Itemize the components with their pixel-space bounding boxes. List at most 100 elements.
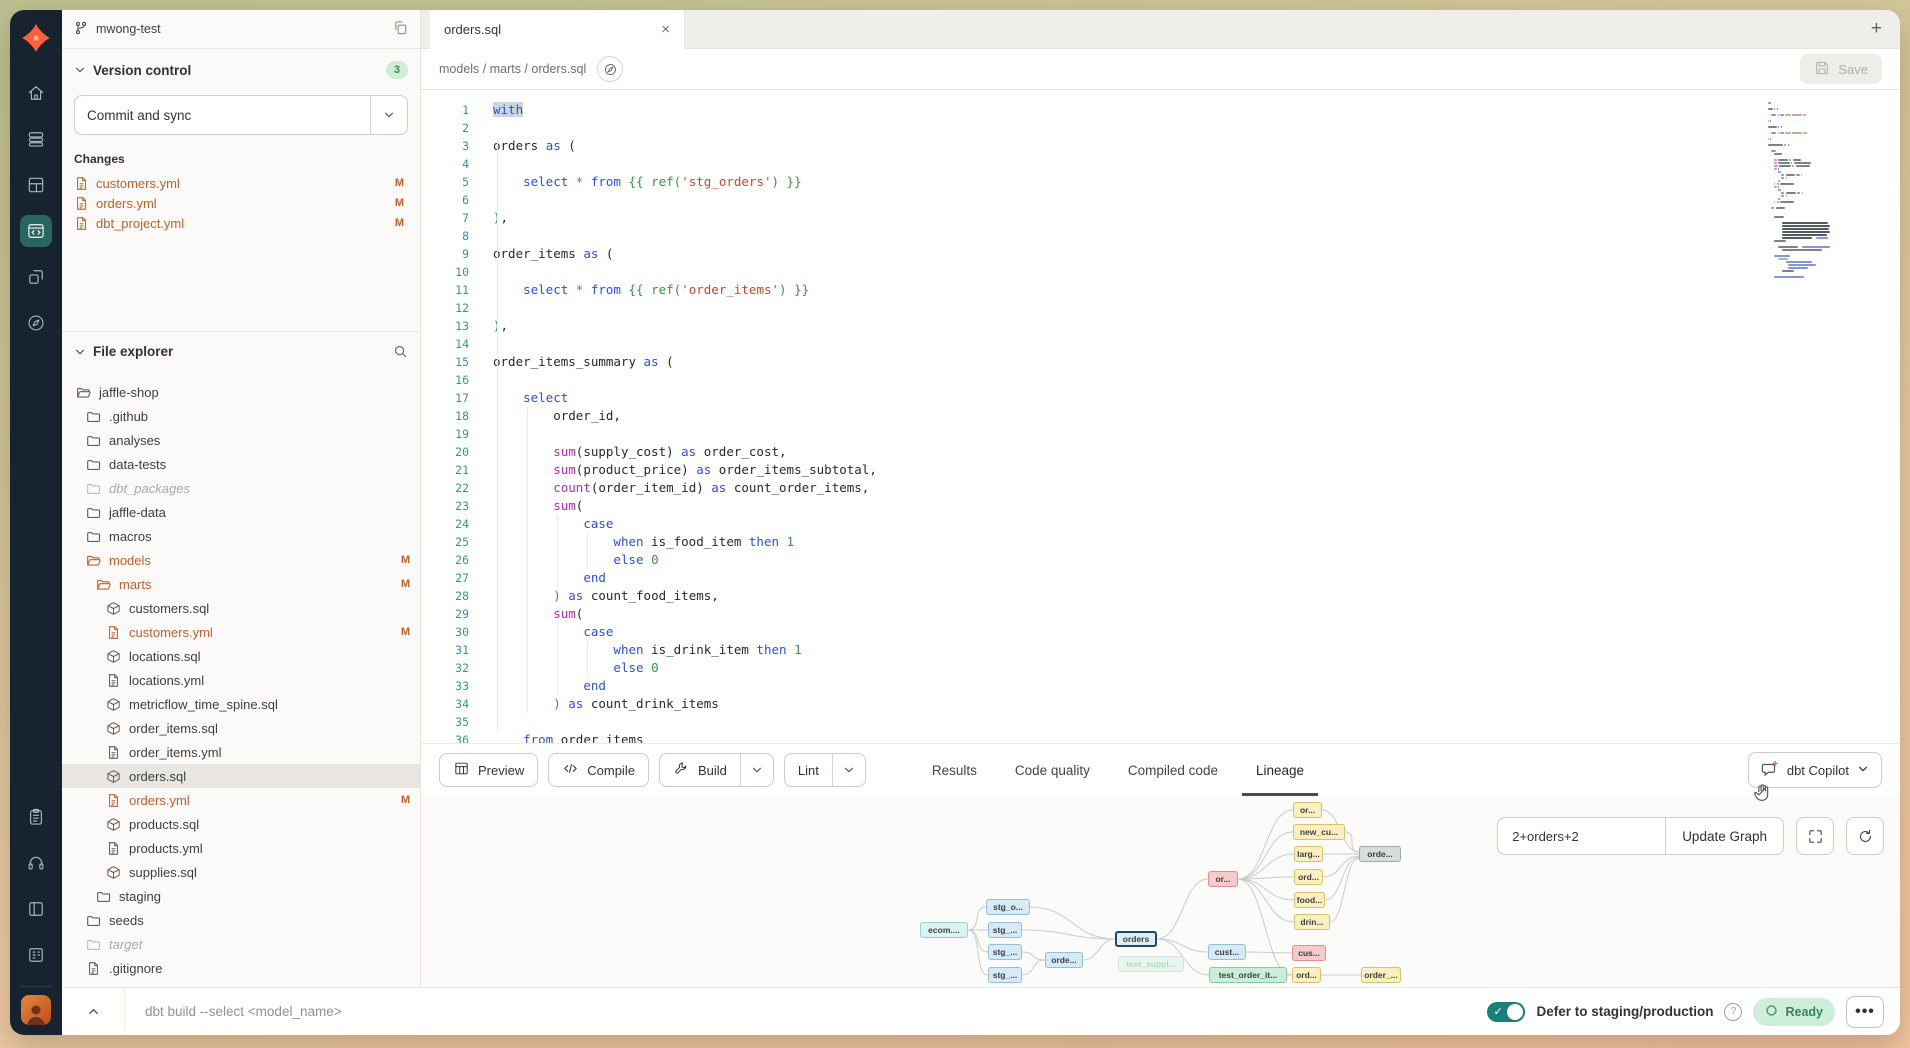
code-line[interactable]: 6: [421, 191, 1900, 209]
tree-item--github[interactable]: .github: [62, 404, 420, 428]
lineage-node-newcu[interactable]: new_cu...: [1293, 824, 1345, 840]
code-line[interactable]: 16: [421, 371, 1900, 389]
help-icon[interactable]: ?: [1724, 1003, 1742, 1021]
code-line[interactable]: 7),: [421, 209, 1900, 227]
tree-item-macros[interactable]: macros: [62, 524, 420, 548]
lineage-node-stg[interactable]: stg_...: [988, 944, 1022, 960]
refresh-icon[interactable]: [1846, 817, 1884, 855]
update-graph-button[interactable]: Update Graph: [1665, 817, 1784, 855]
tab-code-quality[interactable]: Code quality: [1015, 744, 1090, 796]
lineage-node-testorderit[interactable]: test_order_it...: [1209, 967, 1287, 983]
tree-item-supplies-sql[interactable]: supplies.sql: [62, 860, 420, 884]
code-editor[interactable]: 1with23orders as (45 select * from {{ re…: [421, 90, 1900, 743]
version-control-header[interactable]: Version control 3: [74, 61, 408, 79]
code-line[interactable]: 23 sum(: [421, 497, 1900, 515]
code-line[interactable]: 5 select * from {{ ref('stg_orders') }}: [421, 173, 1900, 191]
tree-item-models[interactable]: modelsM: [62, 548, 420, 572]
code-line[interactable]: 19: [421, 425, 1900, 443]
tree-item-locations-yml[interactable]: locations.yml: [62, 668, 420, 692]
lineage-node-cust[interactable]: cust...: [1208, 944, 1246, 960]
tree-item-customers-yml[interactable]: customers.ymlM: [62, 620, 420, 644]
code-line[interactable]: 10: [421, 263, 1900, 281]
lineage-node-stg[interactable]: stg_...: [988, 967, 1022, 983]
tree-item-staging[interactable]: staging: [62, 884, 420, 908]
tree-item-jaffle-data[interactable]: jaffle-data: [62, 500, 420, 524]
code-line[interactable]: 35: [421, 713, 1900, 731]
nav-catalog-icon[interactable]: [20, 893, 52, 925]
overflow-menu-button[interactable]: •••: [1846, 996, 1884, 1028]
lineage-node-drin[interactable]: drin...: [1294, 914, 1330, 930]
lineage-node-food[interactable]: food...: [1294, 892, 1325, 908]
close-tab-icon[interactable]: ×: [661, 22, 670, 37]
nav-support-icon[interactable]: [20, 847, 52, 879]
code-line[interactable]: 28 ) as count_food_items,: [421, 587, 1900, 605]
commit-and-sync-button[interactable]: Commit and sync: [74, 95, 408, 135]
lineage-selector-input[interactable]: 2+orders+2: [1497, 817, 1665, 855]
code-line[interactable]: 27 end: [421, 569, 1900, 587]
code-lines[interactable]: 1with23orders as (45 select * from {{ re…: [421, 101, 1900, 743]
nav-dashboard-icon[interactable]: [20, 169, 52, 201]
nav-apps-icon[interactable]: [20, 939, 52, 971]
lineage-node-stgo[interactable]: stg_o...: [986, 899, 1030, 915]
tree-item-orders-yml[interactable]: orders.ymlM: [62, 788, 420, 812]
changed-file-row[interactable]: customers.ymlM: [74, 173, 408, 193]
tab-compiled-code[interactable]: Compiled code: [1128, 744, 1218, 796]
code-line[interactable]: 34 ) as count_drink_items: [421, 695, 1900, 713]
nav-home-icon[interactable]: [20, 77, 52, 109]
tab-results[interactable]: Results: [932, 744, 977, 796]
code-line[interactable]: 18 order_id,: [421, 407, 1900, 425]
tab-orders-sql[interactable]: orders.sql ×: [430, 10, 685, 49]
lineage-node-stg[interactable]: stg_...: [988, 922, 1022, 938]
code-line[interactable]: 1with: [421, 101, 1900, 119]
code-line[interactable]: 15order_items_summary as (: [421, 353, 1900, 371]
code-line[interactable]: 33 end: [421, 677, 1900, 695]
save-button[interactable]: Save: [1800, 54, 1882, 84]
build-button[interactable]: Build: [660, 754, 740, 786]
lineage-node-orde[interactable]: orde...: [1359, 846, 1401, 862]
code-line[interactable]: 32 else 0: [421, 659, 1900, 677]
code-line[interactable]: 24 case: [421, 515, 1900, 533]
code-line[interactable]: 29 sum(: [421, 605, 1900, 623]
lineage-node-or[interactable]: or...: [1208, 871, 1238, 887]
code-line[interactable]: 20 sum(supply_cost) as order_cost,: [421, 443, 1900, 461]
code-line[interactable]: 13),: [421, 317, 1900, 335]
lineage-node-larg[interactable]: larg...: [1294, 846, 1323, 862]
code-line[interactable]: 31 when is_drink_item then 1: [421, 641, 1900, 659]
lineage-node-ord[interactable]: ord...: [1292, 967, 1321, 983]
expand-command-bar-icon[interactable]: [62, 988, 125, 1035]
tree-item-order-items-sql[interactable]: order_items.sql: [62, 716, 420, 740]
nav-orchestration-icon[interactable]: [20, 307, 52, 339]
lineage-node-ord[interactable]: ord...: [1294, 869, 1323, 885]
tree-item-metricflow-time-spine-sql[interactable]: metricflow_time_spine.sql: [62, 692, 420, 716]
copy-branch-icon[interactable]: [393, 20, 408, 38]
code-line[interactable]: 25 when is_food_item then 1: [421, 533, 1900, 551]
lineage-node-cus[interactable]: cus...: [1292, 945, 1326, 961]
tree-item-analyses[interactable]: analyses: [62, 428, 420, 452]
lineage-node-order[interactable]: order_...: [1361, 967, 1401, 983]
tree-item-jaffle-shop[interactable]: jaffle-shop: [62, 380, 420, 404]
changed-file-row[interactable]: orders.ymlM: [74, 193, 408, 213]
code-line[interactable]: 2: [421, 119, 1900, 137]
code-line[interactable]: 30 case: [421, 623, 1900, 641]
lineage-node-testsuppl[interactable]: test_suppl...: [1118, 956, 1184, 972]
minimap[interactable]: [1766, 102, 1850, 279]
code-line[interactable]: 17 select: [421, 389, 1900, 407]
lint-options-dropdown[interactable]: [832, 754, 865, 786]
fullscreen-icon[interactable]: [1796, 817, 1834, 855]
view-lineage-icon[interactable]: [597, 56, 623, 82]
nav-develop-icon[interactable]: [20, 215, 52, 247]
lineage-node-orde[interactable]: orde...: [1045, 952, 1083, 968]
tree-item-order-items-yml[interactable]: order_items.yml: [62, 740, 420, 764]
tree-item-customers-sql[interactable]: customers.sql: [62, 596, 420, 620]
code-line[interactable]: 14: [421, 335, 1900, 353]
defer-toggle[interactable]: ✓: [1487, 1002, 1525, 1022]
nav-explore-icon[interactable]: [20, 261, 52, 293]
tree-item-orders-sql[interactable]: orders.sql: [62, 764, 420, 788]
tree-item-products-yml[interactable]: products.yml: [62, 836, 420, 860]
code-line[interactable]: 11 select * from {{ ref('order_items') }…: [421, 281, 1900, 299]
tree-item-dbt-packages[interactable]: dbt_packages: [62, 476, 420, 500]
code-line[interactable]: 22 count(order_item_id) as count_order_i…: [421, 479, 1900, 497]
tree-item-seeds[interactable]: seeds: [62, 908, 420, 932]
preview-button[interactable]: Preview: [439, 753, 538, 787]
changed-file-row[interactable]: dbt_project.ymlM: [74, 213, 408, 233]
